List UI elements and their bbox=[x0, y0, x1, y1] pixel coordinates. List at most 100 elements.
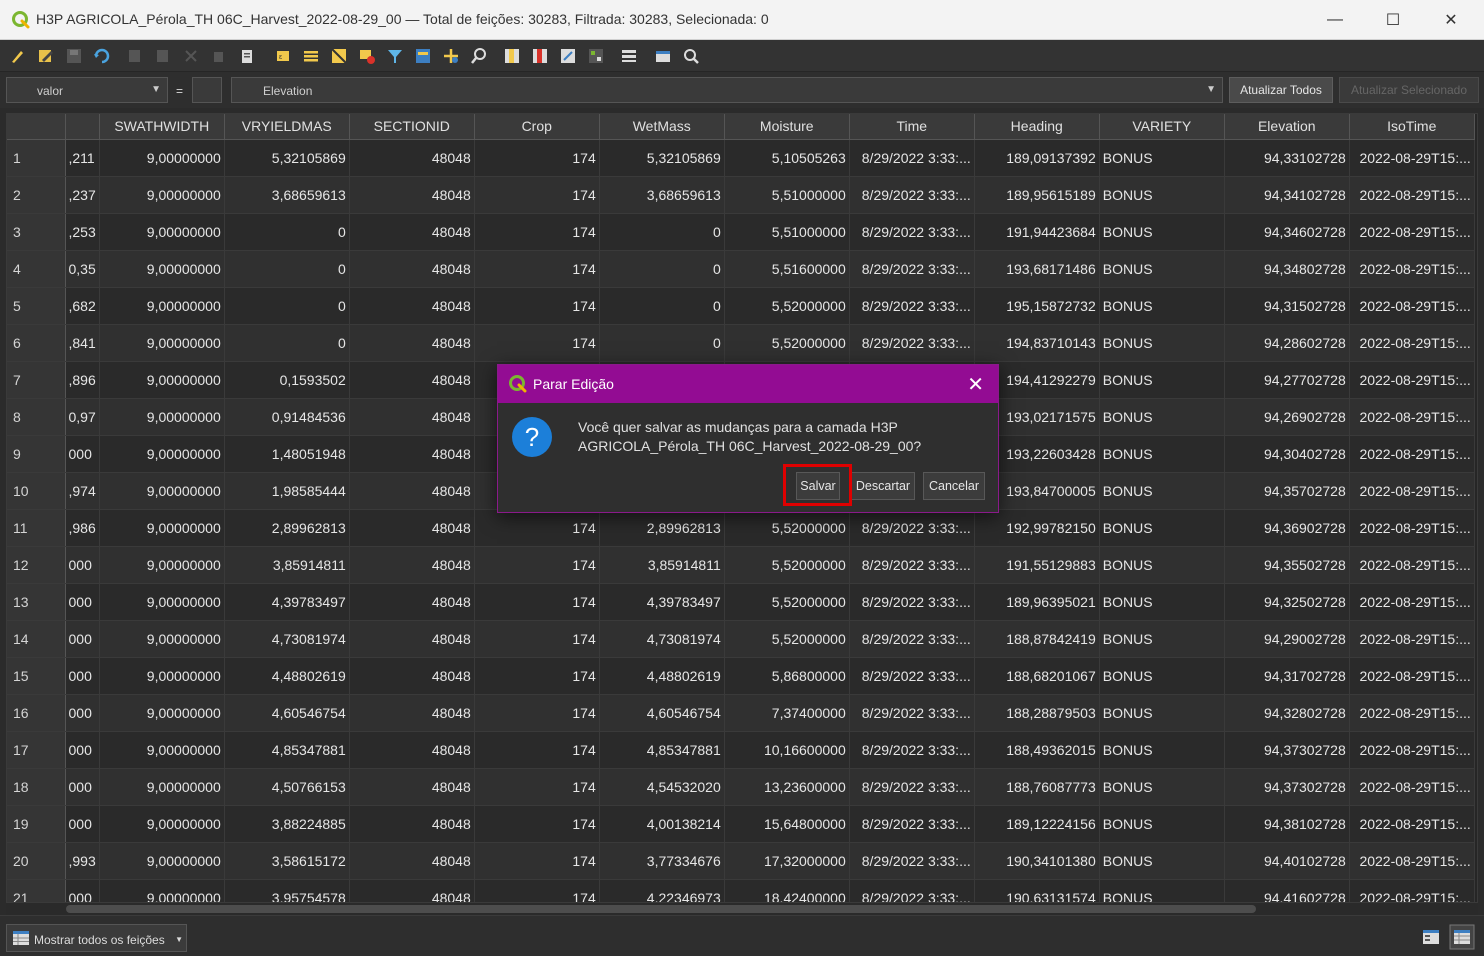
table-cell[interactable]: 189,09137392 bbox=[974, 139, 1100, 177]
table-cell[interactable]: 4,73081974 bbox=[224, 620, 350, 658]
paste-icon[interactable] bbox=[238, 47, 256, 65]
table-cell[interactable]: BONUS bbox=[1099, 361, 1225, 399]
table-cell[interactable]: 48048 bbox=[349, 176, 475, 214]
table-cell[interactable]: 48048 bbox=[349, 583, 475, 621]
table-cell[interactable]: 000 bbox=[65, 546, 100, 584]
table-row[interactable]: 12 000 9,00000000 3,85914811 48048 174 3,85914… bbox=[7, 546, 1475, 584]
table-cell[interactable]: 4,39783497 bbox=[599, 583, 725, 621]
table-cell[interactable]: 174 bbox=[474, 842, 600, 880]
column-header[interactable]: SECTIONID bbox=[349, 114, 475, 140]
table-cell[interactable]: 8/29/2022 3:33:... bbox=[849, 620, 975, 658]
table-cell[interactable]: 8/29/2022 3:33:... bbox=[849, 287, 975, 325]
row-number[interactable]: 7 bbox=[7, 361, 66, 399]
table-row[interactable]: 5,682 9,00000000 0 48048 174 0 5,52000000 8/29/… bbox=[7, 287, 1475, 325]
table-cell[interactable]: 5,51000000 bbox=[724, 176, 850, 214]
table-row[interactable]: 19 000 9,00000000 3,88224885 48048 174 4,00138… bbox=[7, 805, 1475, 843]
table-cell[interactable]: BONUS bbox=[1099, 694, 1225, 732]
table-cell[interactable]: 191,94423684 bbox=[974, 213, 1100, 251]
table-view-icon[interactable] bbox=[1449, 924, 1475, 950]
expression-input[interactable]: Elevation ▼ bbox=[231, 77, 1223, 103]
row-number[interactable]: 12 bbox=[7, 546, 66, 584]
table-cell[interactable]: BONUS bbox=[1099, 324, 1225, 362]
table-cell[interactable]: BONUS bbox=[1099, 620, 1225, 658]
row-number[interactable]: 5 bbox=[7, 287, 66, 325]
row-number[interactable]: 6 bbox=[7, 324, 66, 362]
table-cell[interactable]: BONUS bbox=[1099, 768, 1225, 806]
table-cell[interactable]: 174 bbox=[474, 805, 600, 843]
table-cell[interactable]: 000 bbox=[65, 879, 100, 902]
table-cell[interactable]: 9,00000000 bbox=[99, 361, 225, 399]
table-cell[interactable]: 2022-08-29T15:... bbox=[1349, 805, 1475, 843]
table-cell[interactable]: 2022-08-29T15:... bbox=[1349, 879, 1475, 902]
table-cell[interactable]: 4,48802619 bbox=[599, 657, 725, 695]
table-cell[interactable]: 17,32000000 bbox=[724, 842, 850, 880]
row-number[interactable]: 15 bbox=[7, 657, 66, 695]
table-cell[interactable]: 18,42400000 bbox=[724, 879, 850, 902]
table-cell[interactable]: 94,27702728 bbox=[1224, 361, 1350, 399]
table-cell[interactable]: 0 bbox=[599, 213, 725, 251]
update-selected-button[interactable]: Atualizar Selecionado bbox=[1339, 77, 1479, 103]
table-cell[interactable]: BONUS bbox=[1099, 842, 1225, 880]
table-cell[interactable]: 48048 bbox=[349, 472, 475, 510]
table-cell[interactable]: 9,00000000 bbox=[99, 879, 225, 902]
maximize-button[interactable]: ☐ bbox=[1364, 0, 1422, 40]
table-cell[interactable]: 8/29/2022 3:33:... bbox=[849, 879, 975, 902]
table-cell[interactable]: 9,00000000 bbox=[99, 768, 225, 806]
table-cell[interactable]: 8/29/2022 3:33:... bbox=[849, 583, 975, 621]
table-cell[interactable]: 174 bbox=[474, 176, 600, 214]
table-cell[interactable]: 9,00000000 bbox=[99, 583, 225, 621]
row-number[interactable]: 2 bbox=[7, 176, 66, 214]
table-cell[interactable]: 5,51600000 bbox=[724, 250, 850, 288]
table-cell[interactable]: 000 bbox=[65, 583, 100, 621]
table-cell[interactable]: 9,00000000 bbox=[99, 694, 225, 732]
add-feature-icon[interactable] bbox=[126, 47, 144, 65]
actions-icon[interactable] bbox=[654, 47, 672, 65]
column-header[interactable]: SWATHWIDTH bbox=[99, 114, 225, 140]
table-cell[interactable]: 8/29/2022 3:33:... bbox=[849, 139, 975, 177]
table-cell[interactable]: 8/29/2022 3:33:... bbox=[849, 657, 975, 695]
table-cell[interactable]: 94,36902728 bbox=[1224, 509, 1350, 547]
deselect-icon[interactable] bbox=[358, 47, 376, 65]
select-expression-icon[interactable]: ε bbox=[274, 47, 292, 65]
table-cell[interactable]: 194,83710143 bbox=[974, 324, 1100, 362]
table-cell[interactable]: 0 bbox=[599, 250, 725, 288]
dock-icon[interactable] bbox=[620, 47, 638, 65]
conditional-format-icon[interactable] bbox=[587, 47, 605, 65]
table-cell[interactable]: 48048 bbox=[349, 620, 475, 658]
delete-field-icon[interactable] bbox=[531, 47, 549, 65]
table-cell[interactable]: 48048 bbox=[349, 213, 475, 251]
row-number[interactable]: 13 bbox=[7, 583, 66, 621]
table-cell[interactable]: 94,29002728 bbox=[1224, 620, 1350, 658]
table-cell[interactable]: 2022-08-29T15:... bbox=[1349, 694, 1475, 732]
table-cell[interactable]: 174 bbox=[474, 213, 600, 251]
column-header[interactable]: Crop bbox=[474, 114, 600, 140]
table-cell[interactable]: ,841 bbox=[65, 324, 100, 362]
table-cell[interactable]: 9,00000000 bbox=[99, 546, 225, 584]
table-cell[interactable]: 15,64800000 bbox=[724, 805, 850, 843]
cut-icon[interactable] bbox=[182, 47, 200, 65]
table-cell[interactable]: 174 bbox=[474, 324, 600, 362]
table-cell[interactable]: 5,52000000 bbox=[724, 324, 850, 362]
table-cell[interactable]: 0 bbox=[599, 324, 725, 362]
column-header[interactable]: Time bbox=[849, 114, 975, 140]
table-cell[interactable]: 000 bbox=[65, 657, 100, 695]
cancel-button[interactable]: Cancelar bbox=[923, 472, 985, 500]
table-cell[interactable]: 174 bbox=[474, 620, 600, 658]
table-cell[interactable]: 9,00000000 bbox=[99, 213, 225, 251]
table-cell[interactable]: 9,00000000 bbox=[99, 398, 225, 436]
table-cell[interactable]: 174 bbox=[474, 731, 600, 769]
table-cell[interactable]: 48048 bbox=[349, 657, 475, 695]
table-cell[interactable]: 4,50766153 bbox=[224, 768, 350, 806]
table-cell[interactable]: 8/29/2022 3:33:... bbox=[849, 509, 975, 547]
new-field-icon[interactable] bbox=[503, 47, 521, 65]
table-cell[interactable]: 8/29/2022 3:33:... bbox=[849, 842, 975, 880]
table-cell[interactable]: 94,26902728 bbox=[1224, 398, 1350, 436]
table-cell[interactable]: 174 bbox=[474, 657, 600, 695]
table-cell[interactable]: 3,85914811 bbox=[224, 546, 350, 584]
table-cell[interactable]: 2022-08-29T15:... bbox=[1349, 250, 1475, 288]
table-cell[interactable]: 48048 bbox=[349, 509, 475, 547]
table-cell[interactable]: 0,1593502 bbox=[224, 361, 350, 399]
table-cell[interactable]: 9,00000000 bbox=[99, 176, 225, 214]
table-cell[interactable]: 0 bbox=[224, 213, 350, 251]
table-cell[interactable]: 189,96395021 bbox=[974, 583, 1100, 621]
